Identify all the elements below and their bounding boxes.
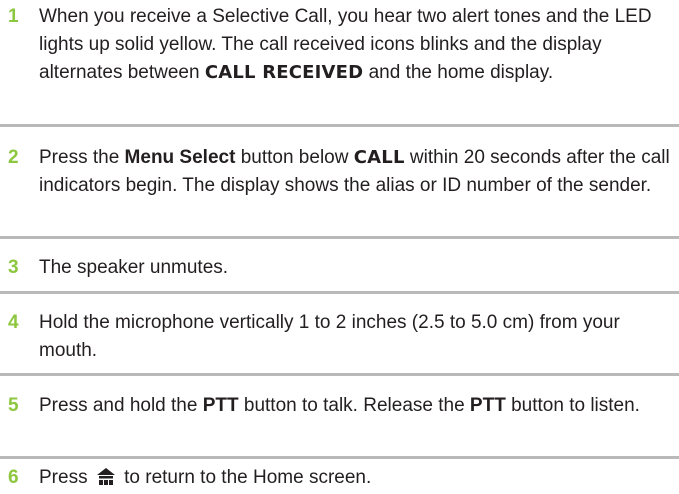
display-text-call-received: CALL RECEIVED bbox=[204, 62, 364, 83]
display-text-call: CALL bbox=[353, 147, 405, 168]
divider bbox=[0, 291, 679, 294]
button-name-menu-select: Menu Select bbox=[124, 147, 236, 168]
step-text: Press and hold the PTT button to talk. R… bbox=[39, 395, 640, 416]
step-text: Press the Menu Select button below CALL … bbox=[39, 147, 670, 196]
button-name-ptt: PTT bbox=[202, 395, 239, 416]
step-text: The speaker unmutes. bbox=[39, 257, 229, 278]
procedure-steps: 1 When you receive a Selective Call, you… bbox=[0, 0, 679, 488]
button-name-ptt: PTT bbox=[469, 395, 506, 416]
step-number: 4 bbox=[8, 312, 19, 333]
divider bbox=[0, 236, 679, 239]
step-number: 2 bbox=[8, 147, 19, 168]
step-text: When you receive a Selective Call, you h… bbox=[39, 6, 652, 83]
home-icon bbox=[96, 466, 116, 494]
step-text: Hold the microphone vertically 1 to 2 in… bbox=[39, 312, 620, 361]
step-number: 1 bbox=[8, 6, 19, 27]
divider bbox=[0, 124, 679, 127]
step-number: 3 bbox=[8, 257, 19, 278]
step-number: 5 bbox=[8, 395, 19, 416]
step-text: Press to return to the Home screen. bbox=[39, 464, 671, 494]
divider bbox=[0, 456, 679, 459]
divider bbox=[0, 373, 679, 376]
step-number: 6 bbox=[8, 467, 19, 488]
